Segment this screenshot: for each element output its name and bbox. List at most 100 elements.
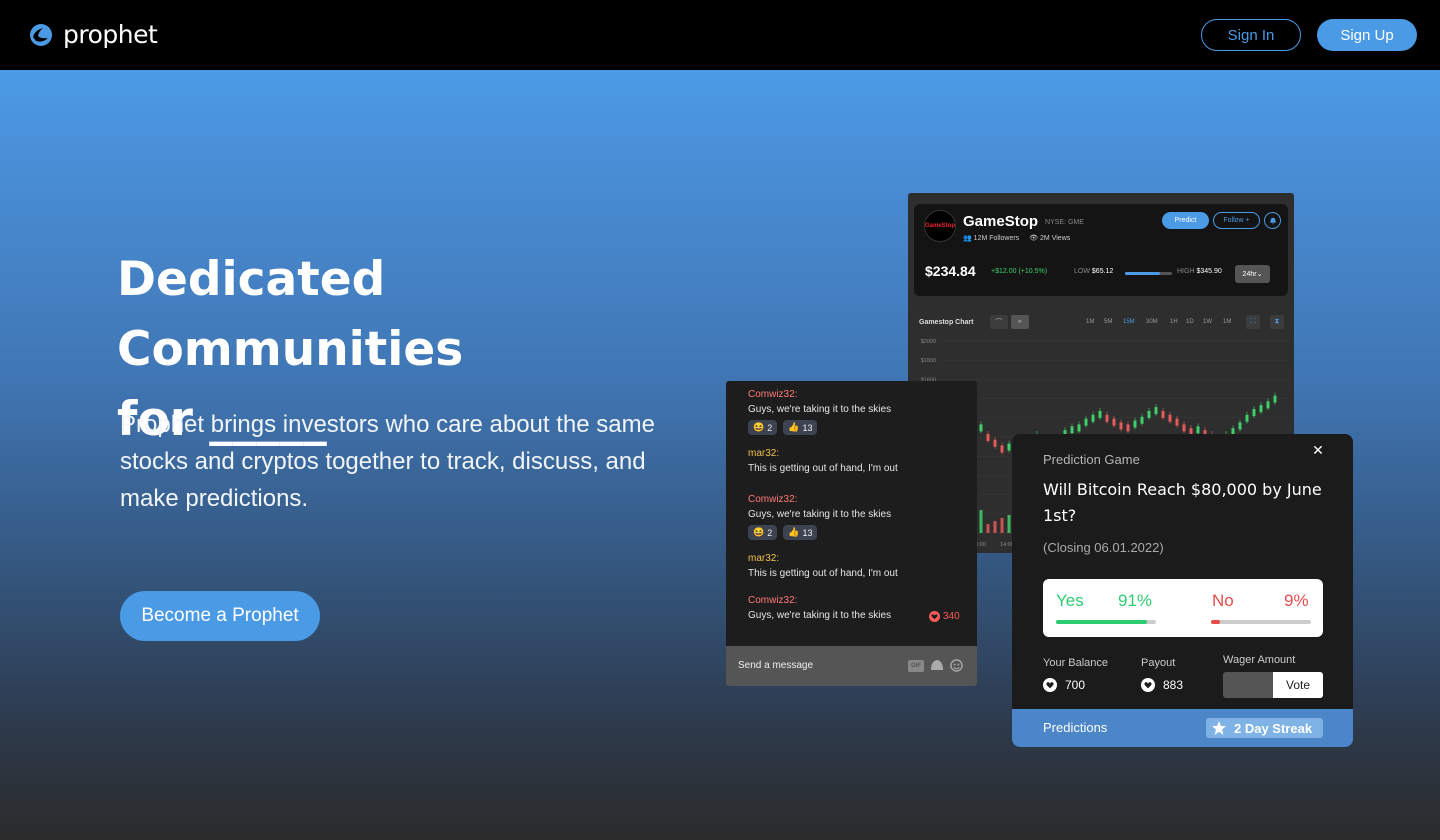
- stock-name: GameStop: [963, 213, 1039, 230]
- stock-low: LOW $65.12: [1074, 268, 1113, 275]
- high-label: HIGH: [1177, 268, 1195, 275]
- become-prophet-button[interactable]: Become a Prophet: [120, 591, 320, 641]
- message-input[interactable]: Send a message: [738, 660, 813, 671]
- prediction-footer: Predictions 2 Day Streak: [1012, 709, 1353, 747]
- chat-username[interactable]: mar32:: [748, 448, 898, 459]
- timeframe-1w[interactable]: 1W: [1203, 319, 1212, 325]
- chat-username[interactable]: Comwiz32:: [748, 389, 891, 400]
- prediction-closing: (Closing 06.01.2022): [1043, 540, 1164, 555]
- coin-tip: 340: [929, 611, 960, 622]
- chat-message: mar32: This is getting out of hand, I'm …: [748, 553, 898, 579]
- reaction-laugh[interactable]: 😆 2: [748, 525, 778, 540]
- heart-coin-icon: [929, 611, 940, 622]
- predict-button[interactable]: Predict: [1162, 212, 1209, 229]
- stock-high: HIGH $345.90: [1177, 268, 1222, 275]
- candle: [1266, 401, 1270, 409]
- candle-chart-icon: ⫸: [1018, 318, 1022, 325]
- stock-change: +$12.00 (+10.5%): [991, 268, 1048, 275]
- reaction-count: 13: [802, 422, 813, 433]
- price-range-bar: [1125, 272, 1172, 275]
- reaction-thumbs-up[interactable]: 👍 13: [783, 525, 818, 540]
- wager-input[interactable]: Vote: [1223, 672, 1323, 698]
- candle-chart-toggle[interactable]: ⫸: [1011, 315, 1029, 329]
- no-label: No: [1212, 591, 1234, 610]
- stock-ticker: NYSE: GME: [1045, 219, 1084, 226]
- low-value: $65.12: [1091, 268, 1114, 275]
- fullscreen-button[interactable]: ⛶: [1246, 315, 1260, 329]
- volume-bar: [993, 521, 997, 533]
- coin-amount: 340: [943, 611, 960, 622]
- chat-message: Comwiz32: Guys, we're taking it to the s…: [748, 389, 891, 435]
- streak-text: 2 Day Streak: [1234, 720, 1313, 736]
- candle: [1168, 414, 1172, 422]
- sign-in-button[interactable]: Sign In: [1201, 19, 1301, 51]
- reaction-count: 2: [767, 422, 773, 433]
- chat-text: Guys, we're taking it to the skies: [748, 610, 892, 621]
- emoji-icon[interactable]: [950, 659, 963, 672]
- prediction-question: Will Bitcoin Reach $80,000 by June 1st?: [1043, 480, 1322, 525]
- follow-button[interactable]: Follow +: [1213, 212, 1260, 229]
- expand-icon: ⛶: [1250, 318, 1256, 325]
- timeframe-1m[interactable]: 1M: [1086, 319, 1094, 325]
- candle: [1238, 422, 1242, 430]
- heart-coin-icon: [1043, 678, 1057, 692]
- laugh-emoji-icon: 😆: [753, 527, 765, 537]
- period-select[interactable]: 24hr ⌄: [1235, 265, 1270, 283]
- candle: [1077, 424, 1081, 432]
- timeframe-1m[interactable]: 1M: [1223, 319, 1231, 325]
- volume-bar: [1007, 515, 1011, 533]
- eye-icon: 👁: [1029, 235, 1039, 242]
- y-tick-label: $1800: [921, 358, 936, 364]
- predictions-link[interactable]: Predictions: [1043, 720, 1107, 735]
- sign-up-button[interactable]: Sign Up: [1317, 19, 1417, 51]
- reaction-count: 2: [767, 527, 773, 538]
- chat-input-bar[interactable]: Send a message GIF: [726, 646, 977, 686]
- prophet-logo-icon: [29, 23, 53, 47]
- timeframe-1d[interactable]: 1D: [1186, 319, 1194, 325]
- sticker-icon[interactable]: [930, 659, 944, 671]
- timeframe-5m[interactable]: 5M: [1104, 319, 1112, 325]
- logo[interactable]: prophet: [29, 20, 158, 49]
- candle: [1007, 443, 1011, 451]
- vote-button[interactable]: Vote: [1273, 672, 1323, 698]
- chat-text: Guys, we're taking it to the skies: [748, 509, 892, 520]
- candle: [1259, 405, 1263, 413]
- followers-count: 12M Followers: [973, 235, 1020, 242]
- close-icon[interactable]: ✕: [1311, 442, 1325, 458]
- gif-button[interactable]: GIF: [908, 660, 924, 672]
- chat-message: Comwiz32: Guys, we're taking it to the s…: [748, 595, 891, 621]
- thumbs-up-icon: 👍: [788, 422, 800, 432]
- reaction-laugh[interactable]: 😆 2: [748, 420, 778, 435]
- high-value: $345.90: [1196, 268, 1222, 275]
- chat-username[interactable]: Comwiz32:: [748, 595, 891, 606]
- logo-text: prophet: [63, 20, 158, 49]
- line-chart-toggle[interactable]: ⌒: [990, 315, 1008, 329]
- hero-subtext: Prophet brings investors who care about …: [120, 411, 655, 512]
- users-icon: 👥: [963, 235, 972, 242]
- reaction-thumbs-up[interactable]: 👍 13: [783, 420, 818, 435]
- timeframe-1h[interactable]: 1H: [1170, 319, 1178, 325]
- timeframe-30m[interactable]: 30M: [1146, 319, 1158, 325]
- notification-button[interactable]: [1264, 212, 1281, 229]
- yes-bar: [1056, 620, 1156, 624]
- yes-bar-fill: [1056, 620, 1147, 624]
- period-value: 24hr: [1242, 270, 1257, 278]
- timer-button[interactable]: ⧗: [1270, 315, 1284, 329]
- chat-username[interactable]: Comwiz32:: [748, 494, 891, 505]
- candle: [1000, 445, 1004, 453]
- chat-username[interactable]: mar32:: [748, 553, 898, 564]
- prediction-options: Yes 91% No 9%: [1043, 579, 1323, 637]
- prediction-card: ✕ Prediction Game Will Bitcoin Reach $80…: [1012, 434, 1353, 747]
- hourglass-icon: ⧗: [1274, 318, 1280, 325]
- timeframe-15m[interactable]: 15M: [1123, 319, 1135, 325]
- candle: [1245, 414, 1249, 422]
- views-stat: 👁 2M Views: [1029, 234, 1070, 242]
- candle: [1119, 422, 1123, 430]
- balance-amount: 700: [1065, 678, 1086, 692]
- thumbs-up-icon: 👍: [788, 527, 800, 537]
- candle: [1154, 407, 1158, 415]
- chat-message: Comwiz32: Guys, we're taking it to the s…: [748, 494, 891, 540]
- heart-coin-icon: [1141, 678, 1155, 692]
- low-label: LOW: [1074, 268, 1090, 275]
- y-tick-label: $2000: [921, 339, 936, 345]
